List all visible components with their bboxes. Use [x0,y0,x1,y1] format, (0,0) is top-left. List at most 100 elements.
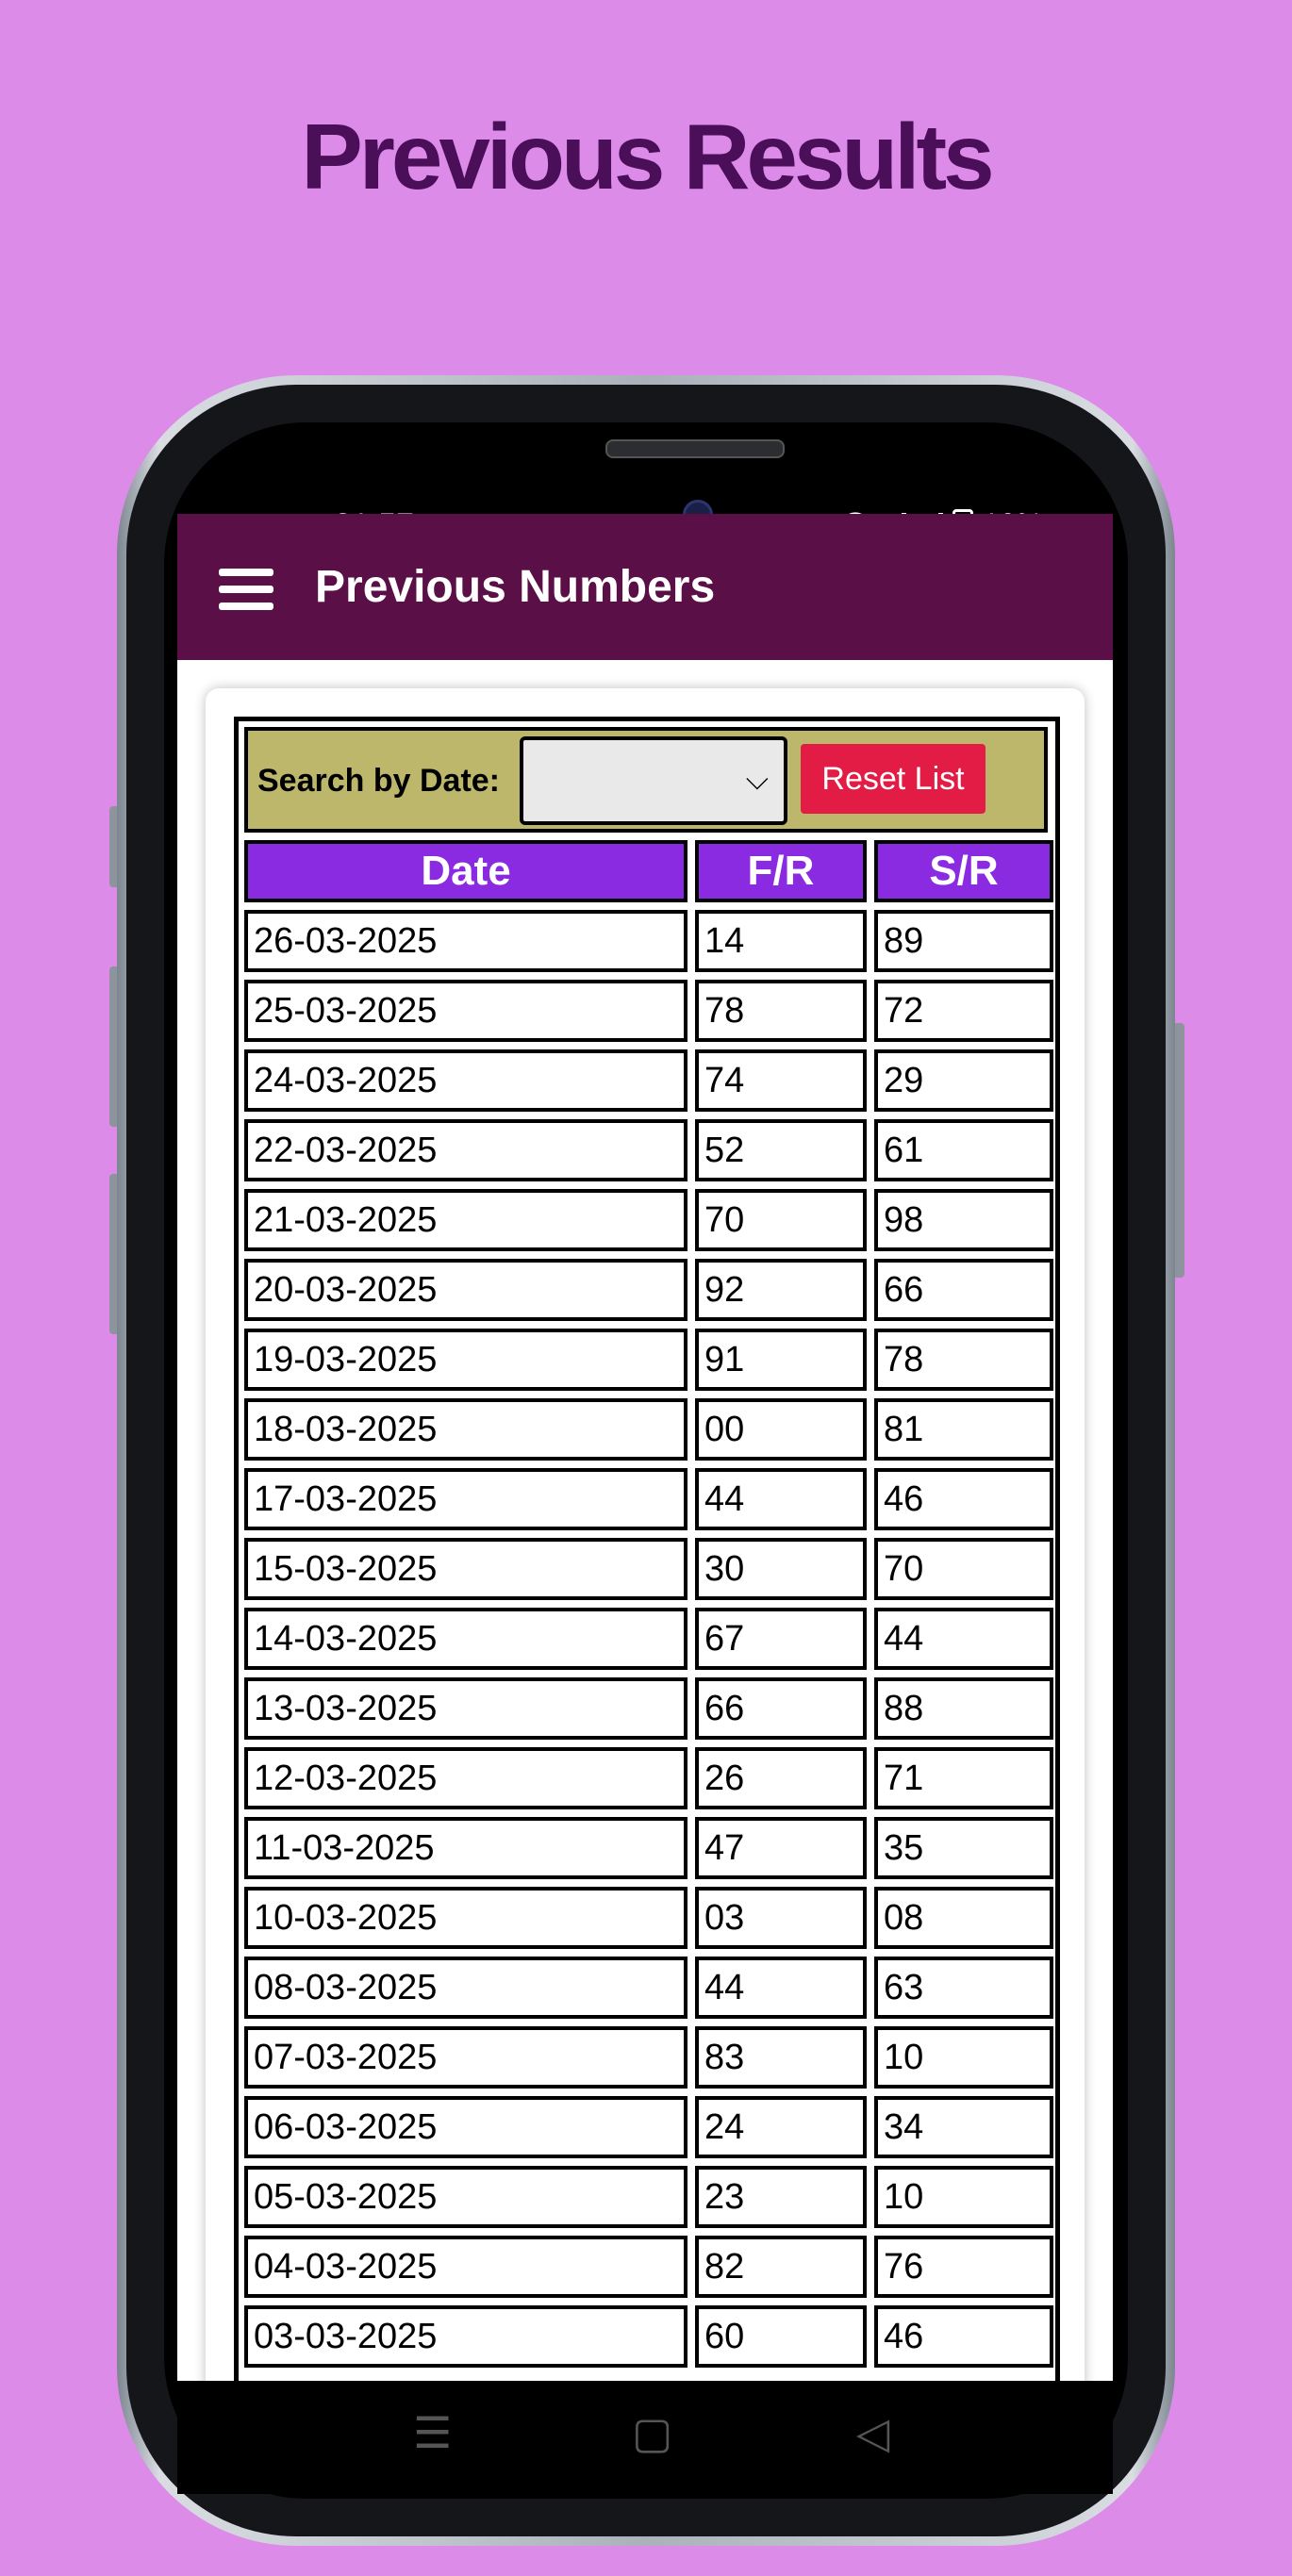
cell-sr: 81 [874,1398,1053,1461]
chevron-down-icon: ⌵ [745,761,769,797]
cell-sr: 63 [874,1957,1053,2019]
table-row: 13-03-2025 66 88 [244,1677,1053,1740]
table-row: 21-03-2025 70 98 [244,1189,1053,1251]
table-row: 12-03-2025 26 71 [244,1747,1053,1809]
cell-fr: 30 [695,1538,867,1600]
search-by-date-label: Search by Date: [257,763,500,799]
cell-fr: 24 [695,2096,867,2158]
cell-sr: 46 [874,2305,1053,2368]
cell-sr: 98 [874,1189,1053,1251]
cell-date: 26-03-2025 [244,910,687,972]
app-screen: Previous Numbers Search by Date: ⌵ Reset… [177,514,1113,2381]
cell-date: 11-03-2025 [244,1817,687,1879]
cell-date: 05-03-2025 [244,2166,687,2228]
cell-fr: 44 [695,1957,867,2019]
app-bar: Previous Numbers [177,514,1113,660]
cell-fr: 78 [695,980,867,1042]
cell-fr: 00 [695,1398,867,1461]
results-card: Search by Date: ⌵ Reset List Date F/R S/… [206,688,1085,2381]
table-row: 24-03-2025 74 29 [244,1049,1053,1112]
table-row: 19-03-2025 91 78 [244,1329,1053,1391]
home-icon[interactable]: ▢ [632,2407,672,2458]
app-title: Previous Numbers [315,562,716,612]
table-row: 05-03-2025 23 10 [244,2166,1053,2228]
cell-date: 13-03-2025 [244,1677,687,1740]
cell-fr: 23 [695,2166,867,2228]
table-row: 11-03-2025 47 35 [244,1817,1053,1879]
table-row: 06-03-2025 24 34 [244,2096,1053,2158]
cell-fr: 67 [695,1608,867,1670]
table-row: 20-03-2025 92 66 [244,1259,1053,1321]
table-row: 08-03-2025 44 63 [244,1957,1053,2019]
cell-date: 20-03-2025 [244,1259,687,1321]
cell-fr: 91 [695,1329,867,1391]
cell-fr: 44 [695,1468,867,1530]
cell-sr: 46 [874,1468,1053,1530]
cell-date: 24-03-2025 [244,1049,687,1112]
table-row: 03-03-2025 60 46 [244,2305,1053,2368]
cell-sr: 71 [874,1747,1053,1809]
cell-sr: 35 [874,1817,1053,1879]
table-row: 07-03-2025 83 10 [244,2026,1053,2089]
table-row: 26-03-2025 14 89 [244,910,1053,972]
cell-fr: 47 [695,1817,867,1879]
cell-date: 22-03-2025 [244,1119,687,1181]
search-row: Search by Date: ⌵ Reset List [244,727,1048,833]
table-row: 14-03-2025 67 44 [244,1608,1053,1670]
cell-date: 08-03-2025 [244,1957,687,2019]
cell-date: 21-03-2025 [244,1189,687,1251]
cell-date: 14-03-2025 [244,1608,687,1670]
cell-date: 19-03-2025 [244,1329,687,1391]
cell-sr: 89 [874,910,1053,972]
table-row: 15-03-2025 30 70 [244,1538,1053,1600]
cell-fr: 14 [695,910,867,972]
cell-sr: 34 [874,2096,1053,2158]
system-nav-bar: ☰ ▢ ◁ [177,2381,1113,2494]
cell-sr: 29 [874,1049,1053,1112]
reset-list-button[interactable]: Reset List [801,744,986,814]
cell-fr: 83 [695,2026,867,2089]
cell-sr: 70 [874,1538,1053,1600]
cell-fr: 26 [695,1747,867,1809]
cell-sr: 10 [874,2166,1053,2228]
back-icon[interactable]: ◁ [856,2407,889,2458]
cell-sr: 88 [874,1677,1053,1740]
cell-date: 18-03-2025 [244,1398,687,1461]
cell-sr: 72 [874,980,1053,1042]
date-select[interactable]: ⌵ [520,736,787,825]
hamburger-menu-icon[interactable] [219,569,273,610]
cell-sr: 76 [874,2236,1053,2298]
cell-fr: 60 [695,2305,867,2368]
cell-fr: 92 [695,1259,867,1321]
table-row: 17-03-2025 44 46 [244,1468,1053,1530]
cell-date: 04-03-2025 [244,2236,687,2298]
table-row: 18-03-2025 00 81 [244,1398,1053,1461]
promo-headline: Previous Results [301,105,994,208]
table-header-row: Date F/R S/R [244,840,1053,902]
header-sr: S/R [874,840,1053,902]
cell-date: 25-03-2025 [244,980,687,1042]
cell-fr: 66 [695,1677,867,1740]
table-row: 10-03-2025 03 08 [244,1887,1053,1949]
cell-date: 03-03-2025 [244,2305,687,2368]
results-table: Search by Date: ⌵ Reset List Date F/R S/… [234,717,1060,2381]
table-row: 22-03-2025 52 61 [244,1119,1053,1181]
recent-apps-icon[interactable]: ☰ [413,2407,452,2458]
cell-sr: 10 [874,2026,1053,2089]
cell-fr: 70 [695,1189,867,1251]
cell-date: 15-03-2025 [244,1538,687,1600]
cell-date: 10-03-2025 [244,1887,687,1949]
cell-sr: 44 [874,1608,1053,1670]
cell-date: 17-03-2025 [244,1468,687,1530]
cell-sr: 78 [874,1329,1053,1391]
table-row: 04-03-2025 82 76 [244,2236,1053,2298]
cell-sr: 66 [874,1259,1053,1321]
cell-fr: 03 [695,1887,867,1949]
cell-fr: 82 [695,2236,867,2298]
header-fr: F/R [695,840,867,902]
cell-fr: 52 [695,1119,867,1181]
cell-date: 07-03-2025 [244,2026,687,2089]
cell-fr: 74 [695,1049,867,1112]
cell-date: 06-03-2025 [244,2096,687,2158]
table-row: 25-03-2025 78 72 [244,980,1053,1042]
